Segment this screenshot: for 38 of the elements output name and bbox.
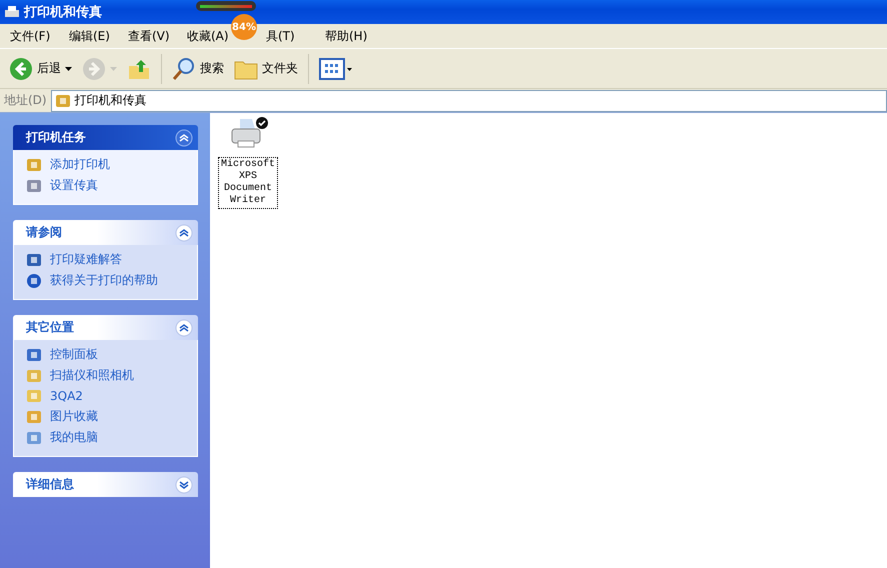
collapse-icon[interactable]: [175, 318, 193, 336]
address-label: 地址(D): [4, 92, 47, 109]
panel-header[interactable]: 打印机任务: [13, 125, 198, 150]
window-title: 打印机和传真: [24, 4, 102, 21]
panel-header[interactable]: 其它位置: [13, 315, 198, 340]
panel-title: 详细信息: [26, 476, 74, 493]
menu-item[interactable]: 具(T): [260, 26, 318, 46]
printer-name[interactable]: Microsoft XPS Document Writer: [218, 157, 278, 209]
task-link[interactable]: 扫描仪和照相机: [26, 367, 197, 384]
view-grid-icon: [319, 58, 353, 80]
panel-title: 其它位置: [26, 319, 74, 336]
panel-title: 请参阅: [26, 224, 62, 241]
collapse-icon[interactable]: [175, 128, 193, 146]
meter-bar: [196, 1, 256, 11]
task-link[interactable]: 图片收藏: [26, 408, 197, 425]
task-link[interactable]: 添加打印机: [26, 156, 197, 173]
panel-title: 打印机任务: [26, 129, 86, 146]
search-button[interactable]: 搜索: [169, 54, 227, 82]
back-button[interactable]: 后退: [6, 54, 75, 82]
task-link[interactable]: 控制面板: [26, 346, 197, 363]
collapse-icon[interactable]: [175, 224, 193, 242]
dropdown-arrow-icon: [65, 66, 72, 70]
address-field[interactable]: 打印机和传真: [50, 90, 887, 112]
menu-item[interactable]: 帮助(H): [319, 26, 377, 46]
search-icon: [172, 56, 196, 80]
task-link[interactable]: 设置传真: [26, 177, 197, 194]
folders-button[interactable]: 文件夹: [231, 56, 301, 82]
task-link[interactable]: 3QA2: [26, 388, 197, 404]
task-link[interactable]: 打印疑难解答: [26, 251, 197, 268]
panel-header[interactable]: 请参阅: [13, 220, 198, 245]
task-link[interactable]: 我的电脑: [26, 429, 197, 446]
panel-header[interactable]: 详细信息: [13, 472, 198, 497]
expand-icon[interactable]: [175, 476, 193, 494]
menu-item[interactable]: 文件(F): [4, 26, 62, 46]
menu-item[interactable]: 编辑(E): [63, 26, 121, 46]
menu-item[interactable]: 查看(V): [122, 26, 180, 46]
task-link[interactable]: 获得关于打印的帮助: [26, 272, 197, 289]
dropdown-arrow-icon: [110, 66, 117, 70]
